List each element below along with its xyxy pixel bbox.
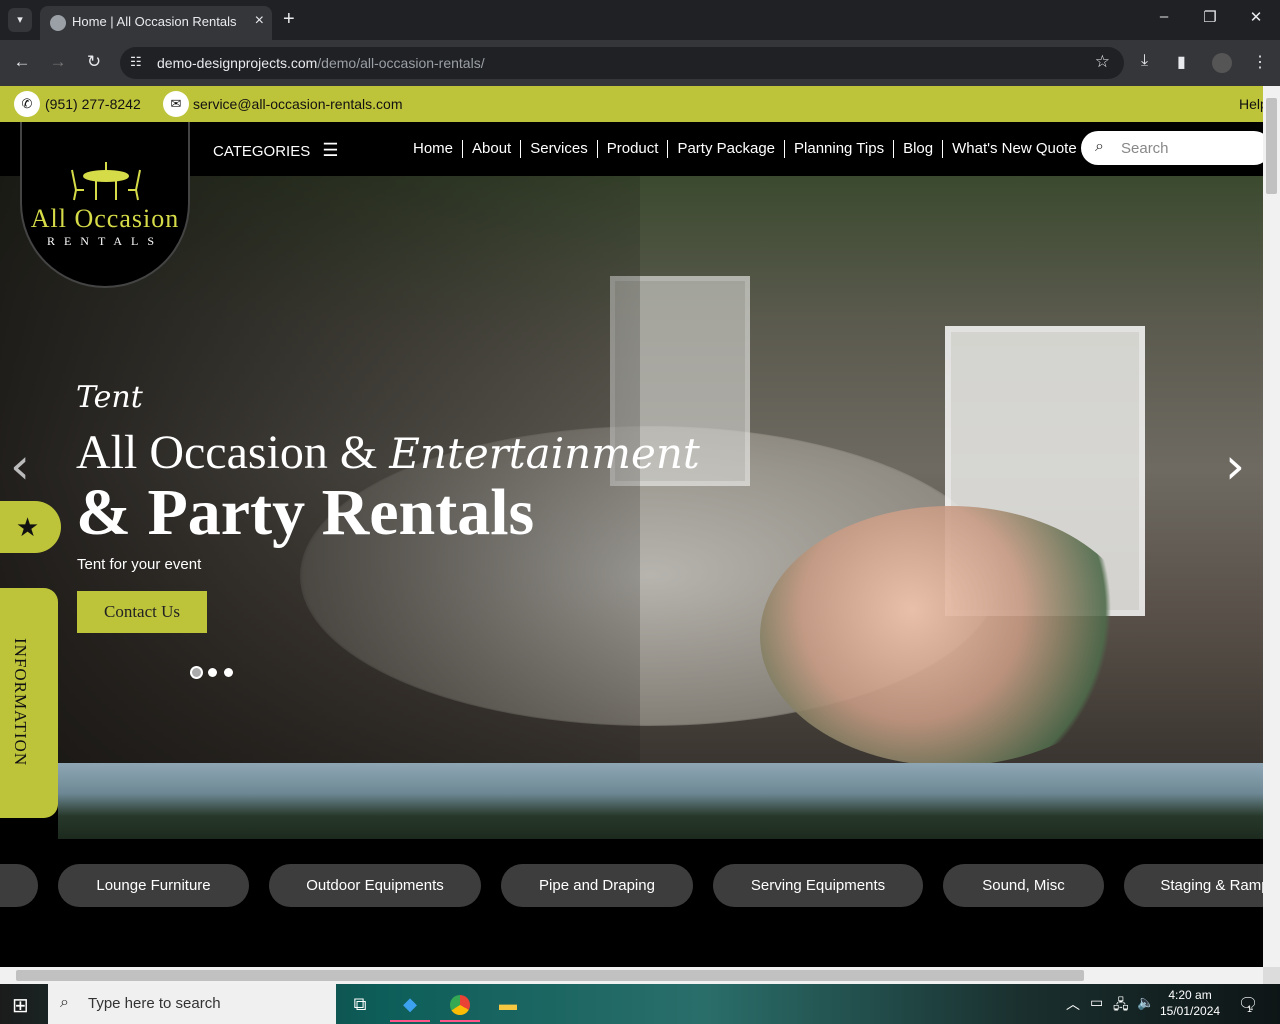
logo-name: All Occasion (30, 204, 180, 233)
primary-menu: Home About Services Product Party Packag… (404, 140, 1087, 158)
search-placeholder: Search (1121, 140, 1169, 157)
phone-number[interactable]: (951) 277-8242 (45, 96, 141, 112)
star-icon: ★ (15, 512, 40, 542)
category-carousel: Lounge Furniture Outdoor Equipments Pipe… (0, 839, 1263, 967)
tab-title: Home | All Occasion Rentals (72, 14, 237, 29)
vscode-icon[interactable]: ◆ (390, 988, 430, 1022)
slide-dot-2[interactable] (208, 668, 217, 677)
dining-table-logo-icon (71, 162, 141, 201)
slider-prev-arrow-icon[interactable]: ‹ (10, 437, 30, 495)
profile-avatar[interactable] (1212, 53, 1232, 73)
site-logo[interactable]: All Occasion RENTALS (20, 122, 190, 288)
close-tab-icon[interactable]: × (255, 12, 264, 30)
hero-heading-line2: & Party Rentals (76, 476, 535, 549)
search-icon: ⌕ (60, 994, 69, 1011)
tab-search-dropdown-button[interactable]: ▾ (8, 8, 32, 32)
notification-count: 1 (1247, 1004, 1253, 1014)
forward-button[interactable]: → (46, 52, 70, 72)
restore-window-button[interactable]: ❐ (1187, 8, 1233, 26)
email-icon: ✉ (163, 91, 189, 117)
windows-start-icon[interactable]: ⊞ (12, 993, 29, 1018)
category-pill[interactable]: Sound, Misc (943, 864, 1104, 907)
chrome-icon[interactable] (440, 988, 480, 1022)
categories-menu-button[interactable]: CATEGORIES ☰ (213, 140, 339, 161)
site-search-input[interactable]: ⌕ Search (1081, 131, 1271, 165)
contact-topbar: ✆ (951) 277-8242 ✉ service@all-occasion-… (0, 86, 1263, 122)
network-icon[interactable]: 🖧 (1113, 994, 1129, 1018)
logo-subtitle: RENTALS (46, 234, 164, 248)
categories-label: CATEGORIES (213, 143, 311, 160)
hero-image-flowers (760, 506, 1140, 763)
horizontal-scrollbar-thumb[interactable] (16, 970, 1084, 981)
reload-button[interactable]: ↻ (82, 52, 106, 72)
task-view-icon[interactable]: ⧉ (340, 988, 380, 1022)
category-pill[interactable]: Pipe and Draping (501, 864, 693, 907)
volume-icon[interactable]: 🔈 (1137, 994, 1154, 1011)
meet-now-icon[interactable]: ▭ (1090, 994, 1103, 1011)
nav-item-product[interactable]: Product (598, 140, 669, 158)
tray-overflow-icon[interactable]: ︿ (1066, 994, 1080, 1014)
close-window-button[interactable]: ✕ (1233, 8, 1279, 26)
nav-item-party-package[interactable]: Party Package (668, 140, 786, 158)
slider-next-arrow-icon[interactable]: › (1225, 437, 1245, 495)
taskbar-clock[interactable]: 4:20 am 15/01/2024 (1160, 987, 1220, 1019)
url-text: demo-designprojects.com/demo/all-occasio… (157, 55, 485, 71)
category-pill-partial[interactable] (0, 864, 38, 907)
taskbar-search-placeholder: Type here to search (88, 995, 221, 1012)
browser-tab-active[interactable]: Home | All Occasion Rentals × (40, 6, 272, 40)
slide-dot-1[interactable] (192, 668, 201, 677)
side-panel-icon[interactable]: ▮ (1177, 52, 1186, 72)
category-pill[interactable]: Lounge Furniture (58, 864, 249, 907)
hero-heading-line1: All Occasion & Entertainment (76, 426, 700, 479)
hero-tagline: Tent for your event (77, 556, 202, 573)
site-info-icon[interactable]: ☷ (130, 54, 142, 70)
nav-item-services[interactable]: Services (521, 140, 598, 158)
site-favicon-icon (50, 15, 66, 31)
clock-time: 4:20 am (1168, 988, 1212, 1002)
phone-icon: ✆ (14, 91, 40, 117)
bookmark-star-icon[interactable]: ☆ (1095, 52, 1110, 72)
information-tab-label: INFORMATION (11, 638, 30, 767)
address-bar[interactable]: ☷ demo-designprojects.com/demo/all-occas… (120, 47, 1124, 79)
search-icon: ⌕ (1095, 138, 1104, 155)
new-tab-button[interactable]: + (283, 8, 295, 31)
taskbar-search-box[interactable]: ⌕ Type here to search (48, 984, 336, 1024)
category-pill[interactable]: Serving Equipments (713, 864, 923, 907)
vertical-scrollbar-thumb[interactable] (1266, 98, 1277, 194)
nav-item-home[interactable]: Home (404, 140, 464, 158)
vertical-scrollbar[interactable] (1263, 86, 1280, 967)
category-pill[interactable]: Outdoor Equipments (269, 864, 481, 907)
email-address[interactable]: service@all-occasion-rentals.com (193, 96, 403, 112)
category-pill[interactable]: Staging & Ramp (1124, 864, 1263, 907)
contact-us-button[interactable]: Contact Us (77, 591, 207, 633)
trees-image-strip (58, 763, 1263, 839)
help-link[interactable]: Help (1239, 96, 1263, 112)
nav-item-planning-tips[interactable]: Planning Tips (785, 140, 895, 158)
nav-item-about[interactable]: About (463, 140, 522, 158)
back-button[interactable]: ← (10, 52, 34, 72)
file-explorer-icon[interactable]: ▬ (488, 988, 528, 1022)
favorites-star-tab[interactable]: ★ (0, 501, 61, 553)
browser-menu-icon[interactable]: ⋮ (1252, 52, 1268, 72)
nav-item-whats-new-quote[interactable]: What's New Quote (943, 140, 1087, 158)
download-icon[interactable]: ⤓ (1141, 52, 1148, 70)
scrollbar-corner (1263, 967, 1280, 984)
hero-script-word: Tent (76, 380, 143, 415)
hamburger-icon: ☰ (322, 140, 339, 160)
minimize-window-button[interactable]: – (1141, 8, 1187, 25)
slide-dot-3[interactable] (224, 668, 233, 677)
nav-item-blog[interactable]: Blog (894, 140, 944, 158)
clock-date: 15/01/2024 (1160, 1004, 1221, 1018)
information-side-tab[interactable]: INFORMATION (0, 588, 58, 818)
